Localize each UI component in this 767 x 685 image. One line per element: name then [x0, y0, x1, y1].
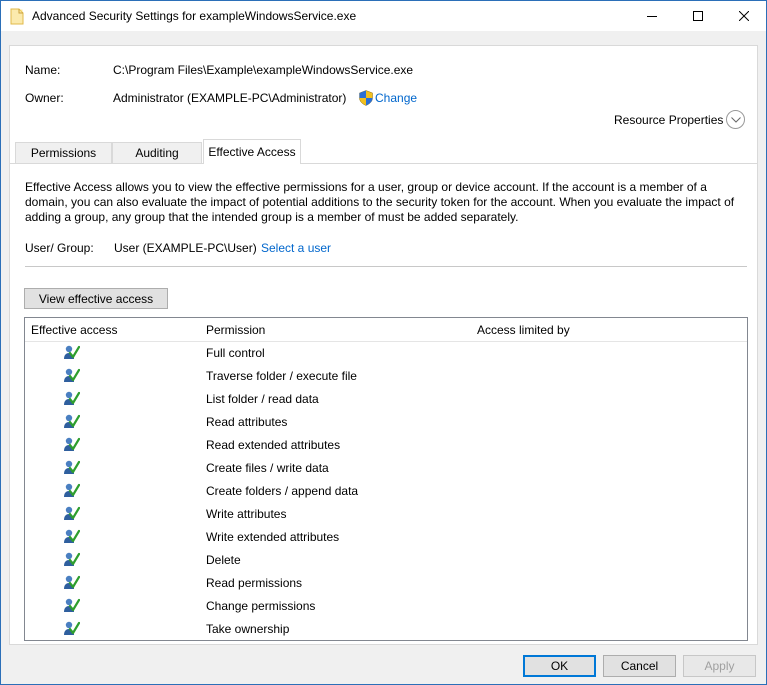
- column-header-access-limited-by[interactable]: Access limited by: [477, 323, 570, 337]
- permission-name: Create files / write data: [206, 461, 329, 475]
- permission-name: Full control: [206, 346, 265, 360]
- column-header-permission[interactable]: Permission: [206, 323, 265, 337]
- user-check-icon: [63, 551, 81, 568]
- view-effective-access-button[interactable]: View effective access: [24, 288, 168, 309]
- permission-name: Create folders / append data: [206, 484, 359, 498]
- user-check-icon: [63, 344, 81, 361]
- permission-name: Read permissions: [206, 576, 303, 590]
- user-check-icon: [63, 436, 81, 453]
- apply-button[interactable]: Apply: [683, 655, 756, 677]
- table-row[interactable]: Write extended attributes: [25, 526, 747, 549]
- table-row[interactable]: Delete: [25, 549, 747, 572]
- divider: [25, 266, 747, 267]
- permission-name: Read extended attributes: [206, 438, 341, 452]
- table-row[interactable]: Full control: [25, 342, 747, 365]
- dialog-content: Name: C:\Program Files\Example\exampleWi…: [9, 45, 758, 645]
- title-bar[interactable]: Advanced Security Settings for exampleWi…: [1, 1, 766, 31]
- permission-name: Write extended attributes: [206, 530, 340, 544]
- permission-name: Change permissions: [206, 599, 316, 613]
- user-check-icon: [63, 574, 81, 591]
- tab-effective-access[interactable]: Effective Access: [203, 139, 301, 164]
- owner-label: Owner:: [25, 91, 64, 105]
- cancel-button[interactable]: Cancel: [603, 655, 676, 677]
- table-row[interactable]: Read attributes: [25, 411, 747, 434]
- table-row[interactable]: Create files / write data: [25, 457, 747, 480]
- name-label: Name:: [25, 63, 61, 77]
- user-check-icon: [63, 413, 81, 430]
- tab-auditing-label: Auditing: [135, 146, 179, 160]
- user-check-icon: [63, 620, 81, 637]
- table-row[interactable]: Read permissions: [25, 572, 747, 595]
- minimize-icon: [647, 16, 657, 17]
- user-group-label: User/ Group:: [25, 241, 94, 255]
- table-row[interactable]: List folder / read data: [25, 388, 747, 411]
- tab-auditing[interactable]: Auditing: [112, 142, 202, 163]
- table-row[interactable]: Traverse folder / execute file: [25, 365, 747, 388]
- permission-name: List folder / read data: [206, 392, 319, 406]
- permission-name: Write attributes: [206, 507, 287, 521]
- name-value: C:\Program Files\Example\exampleWindowsS…: [113, 63, 414, 77]
- effective-access-table: Effective access Permission Access limit…: [24, 317, 748, 641]
- user-group-value: User (EXAMPLE-PC\User): [114, 241, 257, 255]
- resource-properties-expand-button[interactable]: [726, 110, 745, 129]
- maximize-button[interactable]: [675, 1, 721, 31]
- ok-button[interactable]: OK: [523, 655, 596, 677]
- maximize-icon: [693, 11, 703, 21]
- tab-permissions[interactable]: Permissions: [15, 142, 112, 163]
- table-row[interactable]: Take ownership: [25, 618, 747, 641]
- user-check-icon: [63, 367, 81, 384]
- user-check-icon: [63, 482, 81, 499]
- minimize-button[interactable]: [629, 1, 675, 31]
- column-header-effective-access[interactable]: Effective access: [31, 323, 117, 337]
- table-row[interactable]: Write attributes: [25, 503, 747, 526]
- permission-name: Delete: [206, 553, 241, 567]
- change-owner-link[interactable]: Change: [375, 91, 417, 105]
- permission-name: Traverse folder / execute file: [206, 369, 357, 383]
- window-title: Advanced Security Settings for exampleWi…: [32, 9, 357, 23]
- user-check-icon: [63, 459, 81, 476]
- tab-permissions-label: Permissions: [30, 146, 97, 160]
- permission-name: Read attributes: [206, 415, 288, 429]
- effective-access-description: Effective Access allows you to view the …: [25, 180, 735, 224]
- close-icon: [739, 11, 749, 21]
- table-row[interactable]: Create folders / append data: [25, 480, 747, 503]
- tab-divider: [10, 163, 757, 164]
- close-button[interactable]: [721, 1, 767, 31]
- table-row[interactable]: Change permissions: [25, 595, 747, 618]
- user-check-icon: [63, 528, 81, 545]
- user-check-icon: [63, 597, 81, 614]
- table-row[interactable]: Read extended attributes: [25, 434, 747, 457]
- select-user-link[interactable]: Select a user: [261, 241, 331, 255]
- user-check-icon: [63, 390, 81, 407]
- permission-name: Take ownership: [206, 622, 290, 636]
- advanced-security-window: Advanced Security Settings for exampleWi…: [0, 0, 767, 685]
- resource-properties-label: Resource Properties: [614, 113, 724, 127]
- file-icon: [10, 8, 24, 25]
- uac-shield-icon: [359, 90, 373, 106]
- owner-value: Administrator (EXAMPLE-PC\Administrator): [113, 91, 347, 105]
- chevron-down-icon: [730, 116, 741, 123]
- user-check-icon: [63, 505, 81, 522]
- tab-effective-access-label: Effective Access: [208, 145, 296, 159]
